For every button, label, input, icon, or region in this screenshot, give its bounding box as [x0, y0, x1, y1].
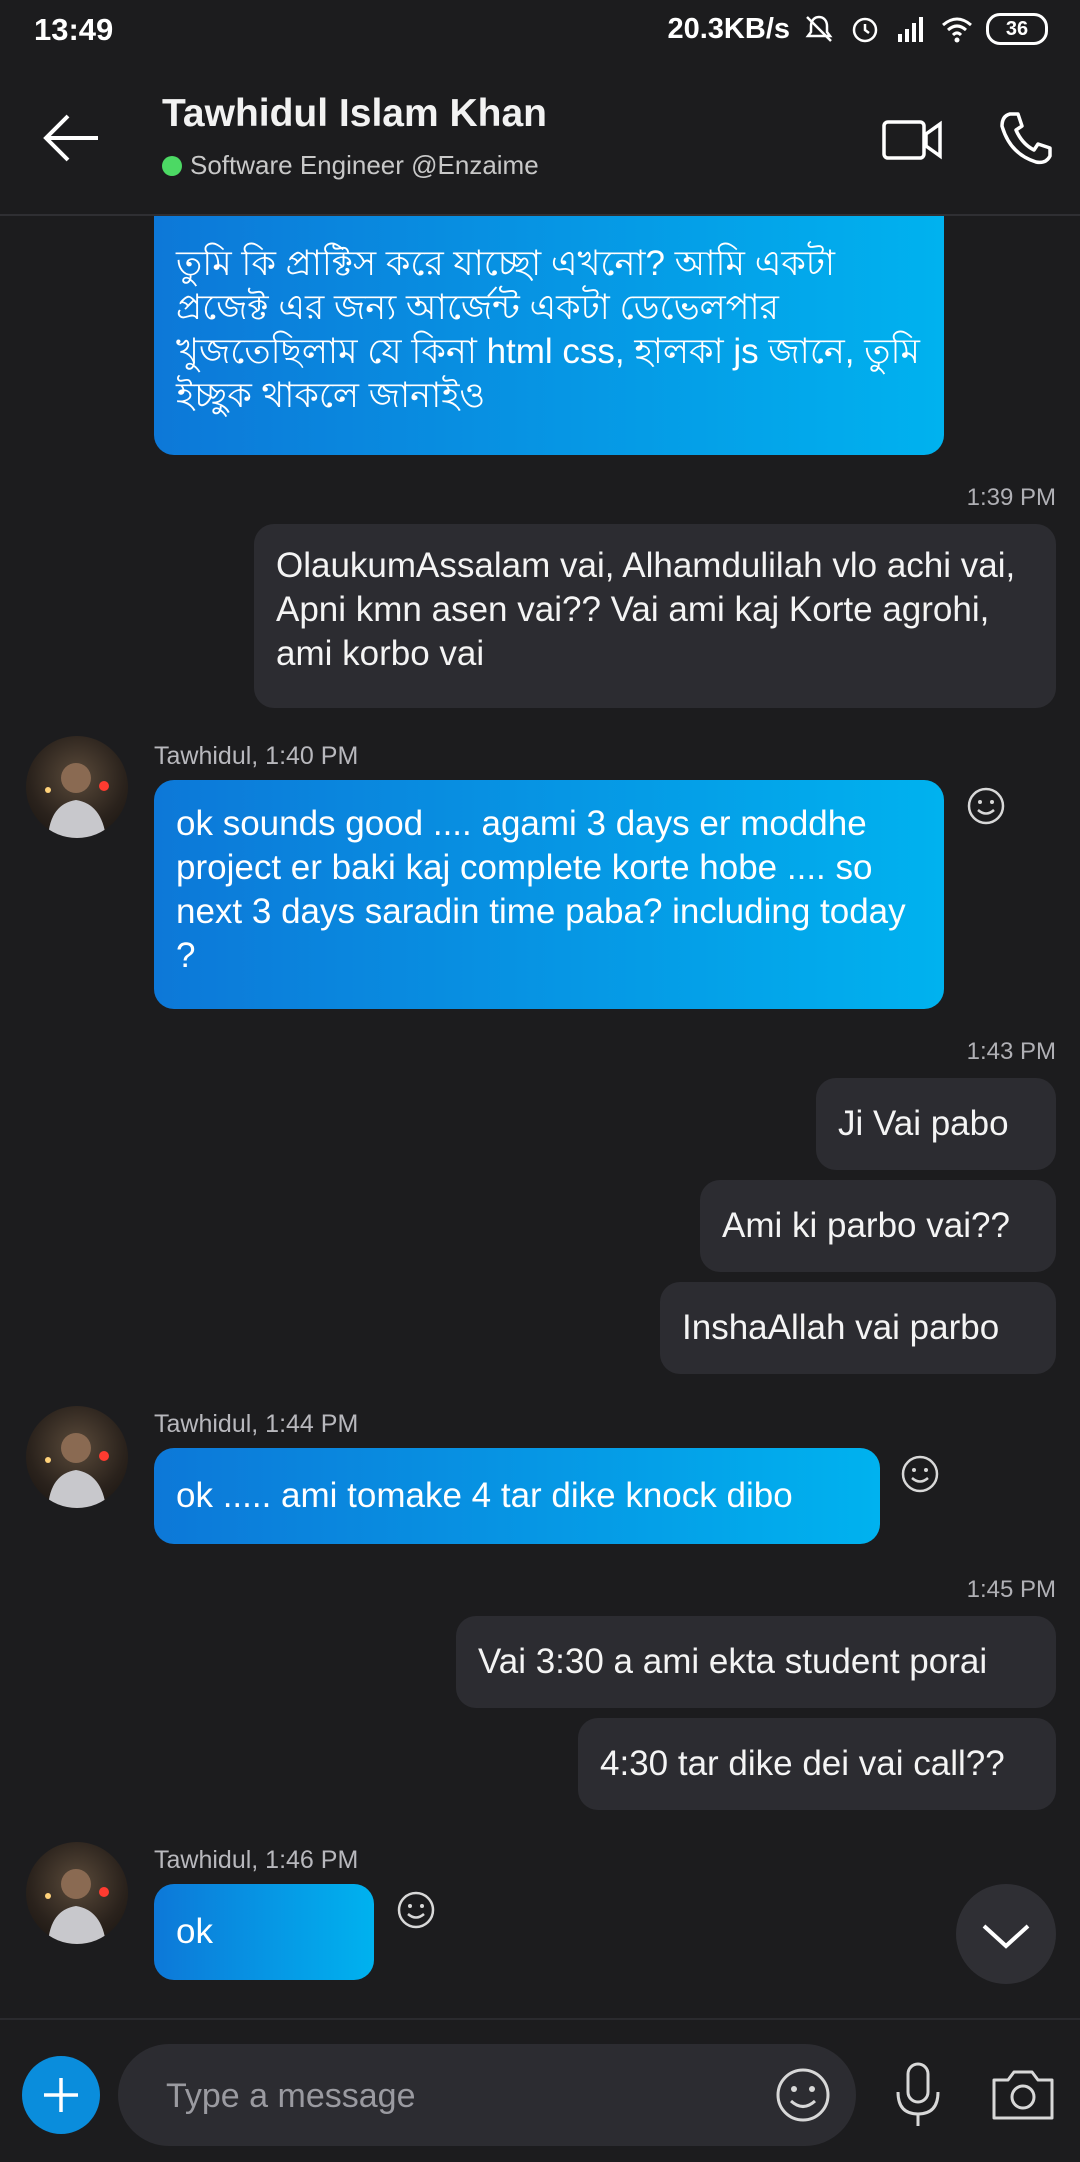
- avatar[interactable]: [26, 736, 128, 838]
- outgoing-message[interactable]: 4:30 tar dike dei vai call??: [578, 1718, 1056, 1810]
- chevron-down-icon: [982, 1924, 1030, 1949]
- contact-name[interactable]: Tawhidul Islam Khan: [162, 92, 547, 136]
- back-arrow-icon[interactable]: [40, 110, 104, 166]
- wifi-icon: [942, 17, 972, 43]
- clock: 13:49: [34, 12, 114, 47]
- battery-icon: 36: [986, 13, 1048, 45]
- network-speed: 20.3KB/s: [667, 12, 790, 45]
- timestamp: 1:45 PM: [966, 1576, 1056, 1603]
- message-composer: [0, 2018, 1080, 2162]
- timestamp: 1:43 PM: [966, 1038, 1056, 1065]
- signal-icon: [898, 17, 923, 42]
- outgoing-message[interactable]: OlaukumAssalam vai, Alhamdulilah vlo ach…: [254, 524, 1056, 708]
- incoming-message[interactable]: ok sounds good .... agami 3 days er modd…: [154, 780, 944, 1009]
- add-attachment-button[interactable]: [22, 2056, 100, 2134]
- incoming-message[interactable]: ok ..... ami tomake 4 tar dike knock dib…: [154, 1448, 880, 1544]
- camera-icon[interactable]: [990, 2064, 1056, 2124]
- incoming-message[interactable]: ok: [154, 1884, 374, 1980]
- status-bar: 13:49 20.3KB/s 36: [0, 0, 1080, 62]
- message-list[interactable]: তুমি কি প্রাক্টিস করে যাচ্ছো এখনো? আমি এ…: [0, 216, 1080, 2016]
- sender-label: Tawhidul, 1:46 PM: [154, 1846, 359, 1874]
- reaction-smiley-icon[interactable]: [966, 786, 1006, 826]
- contact-status: Software Engineer @Enzaime: [162, 150, 539, 181]
- phone-call-icon[interactable]: [996, 108, 1056, 168]
- timestamp: 1:39 PM: [966, 484, 1056, 511]
- sender-label: Tawhidul, 1:44 PM: [154, 1410, 359, 1438]
- outgoing-message[interactable]: Vai 3:30 a ami ekta student porai: [456, 1616, 1056, 1708]
- plus-icon: [44, 2078, 78, 2112]
- status-text: Software Engineer @Enzaime: [190, 150, 539, 180]
- scroll-to-bottom-button[interactable]: [956, 1884, 1056, 1984]
- mute-icon: [805, 15, 833, 42]
- alarm-icon: [852, 17, 878, 43]
- incoming-message[interactable]: তুমি কি প্রাক্টিস করে যাচ্ছো এখনো? আমি এ…: [154, 216, 944, 455]
- reaction-smiley-icon[interactable]: [900, 1454, 940, 1494]
- chat-header: Tawhidul Islam Khan Software Engineer @E…: [0, 62, 1080, 216]
- avatar[interactable]: [26, 1406, 128, 1508]
- outgoing-message[interactable]: InshaAllah vai parbo: [660, 1282, 1056, 1374]
- reaction-smiley-icon[interactable]: [396, 1890, 436, 1930]
- status-icons: 20.3KB/s 36: [667, 12, 1048, 46]
- message-input-box[interactable]: [118, 2044, 856, 2146]
- microphone-icon[interactable]: [890, 2060, 946, 2130]
- outgoing-message[interactable]: Ji Vai pabo: [816, 1078, 1056, 1170]
- avatar[interactable]: [26, 1842, 128, 1944]
- message-input[interactable]: [164, 2068, 728, 2124]
- outgoing-message[interactable]: Ami ki parbo vai??: [700, 1180, 1056, 1272]
- sender-label: Tawhidul, 1:40 PM: [154, 742, 359, 770]
- online-dot-icon: [162, 155, 182, 176]
- emoji-icon[interactable]: [774, 2066, 832, 2124]
- video-call-icon[interactable]: [880, 112, 944, 168]
